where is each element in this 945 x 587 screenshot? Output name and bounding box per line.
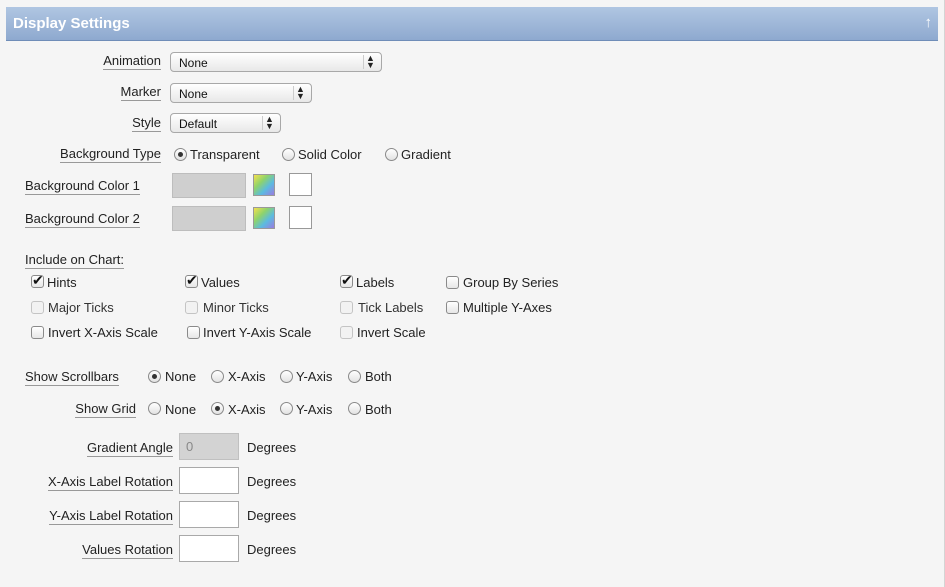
invert-scale-label: Invert Scale xyxy=(357,325,426,340)
gradient-angle-unit: Degrees xyxy=(247,440,297,455)
grid-none-radio[interactable] xyxy=(148,402,161,415)
y-axis-label-rotation-label: Y-Axis Label Rotation xyxy=(49,508,173,525)
grid-both-label: Both xyxy=(365,402,392,417)
values-rotation-unit: Degrees xyxy=(247,542,297,557)
hints-label: Hints xyxy=(47,275,77,290)
background-type-transparent-radio[interactable] xyxy=(174,148,187,161)
scrollbars-none-radio[interactable] xyxy=(148,370,161,383)
scrollbars-x-axis-radio[interactable] xyxy=(211,370,224,383)
multiple-y-axes-label: Multiple Y-Axes xyxy=(463,300,552,315)
scrollbars-y-axis-label: Y-Axis xyxy=(296,369,333,384)
invert-x-axis-scale-checkbox[interactable] xyxy=(31,326,44,339)
background-color-1-preview xyxy=(289,173,312,196)
tick-labels-checkbox[interactable] xyxy=(340,301,353,314)
x-axis-label-rotation-label: X-Axis Label Rotation xyxy=(47,474,173,491)
x-axis-label-rotation-input[interactable] xyxy=(179,467,239,494)
show-grid-label: Show Grid xyxy=(75,401,136,418)
background-type-solid-color-label: Solid Color xyxy=(298,147,362,162)
include-on-chart-label: Include on Chart: xyxy=(25,252,125,269)
background-color-2-label: Background Color 2 xyxy=(25,211,140,228)
background-color-2-preview xyxy=(289,206,312,229)
background-type-transparent-label: Transparent xyxy=(190,147,260,162)
style-select[interactable]: Default ▲ ▼ xyxy=(170,113,281,133)
gradient-angle-input[interactable] xyxy=(179,433,239,460)
animation-label: Animation xyxy=(103,53,161,70)
marker-label: Marker xyxy=(120,84,161,101)
minor-ticks-checkbox[interactable] xyxy=(185,301,198,314)
values-rotation-label: Values Rotation xyxy=(82,542,173,559)
grid-none-label: None xyxy=(165,402,197,417)
labels-label: Labels xyxy=(356,275,395,290)
major-ticks-checkbox[interactable] xyxy=(31,301,44,314)
scrollbars-y-axis-radio[interactable] xyxy=(280,370,293,383)
background-color-2-field[interactable] xyxy=(172,206,246,231)
background-type-gradient-radio[interactable] xyxy=(385,148,398,161)
background-type-solid-color-radio[interactable] xyxy=(282,148,295,161)
collapse-up-arrow-icon[interactable]: ↑ xyxy=(925,14,933,31)
grid-y-axis-radio[interactable] xyxy=(280,402,293,415)
grid-x-axis-radio[interactable] xyxy=(211,402,224,415)
display-settings-panel: Display Settings ↑ Animation None ▲ ▼ Mar… xyxy=(0,0,945,587)
scrollbars-both-radio[interactable] xyxy=(348,370,361,383)
select-arrows-icon: ▲ ▼ xyxy=(262,115,276,131)
background-type-label: Background Type xyxy=(60,146,161,163)
background-type-gradient-label: Gradient xyxy=(401,147,451,162)
background-color-2-picker-icon[interactable] xyxy=(253,207,275,229)
grid-both-radio[interactable] xyxy=(348,402,361,415)
marker-select[interactable]: None ▲ ▼ xyxy=(170,83,312,103)
panel-header: Display Settings ↑ xyxy=(6,7,938,41)
select-arrows-icon: ▲ ▼ xyxy=(293,85,307,101)
tick-labels-label: Tick Labels xyxy=(358,300,424,315)
style-label: Style xyxy=(132,115,161,132)
background-color-1-label: Background Color 1 xyxy=(25,178,140,195)
select-arrows-icon: ▲ ▼ xyxy=(363,54,377,70)
major-ticks-label: Major Ticks xyxy=(48,300,114,315)
x-axis-label-rotation-unit: Degrees xyxy=(247,474,297,489)
y-axis-label-rotation-unit: Degrees xyxy=(247,508,297,523)
marker-select-value: None xyxy=(179,87,208,101)
invert-scale-checkbox[interactable] xyxy=(340,326,353,339)
y-axis-label-rotation-input[interactable] xyxy=(179,501,239,528)
animation-select[interactable]: None ▲ ▼ xyxy=(170,52,382,72)
style-select-value: Default xyxy=(179,117,218,131)
grid-x-axis-label: X-Axis xyxy=(228,402,266,417)
panel-title: Display Settings xyxy=(13,15,130,32)
group-by-series-checkbox[interactable] xyxy=(446,276,459,289)
hints-checkbox[interactable] xyxy=(31,272,44,289)
background-color-1-field[interactable] xyxy=(172,173,246,198)
invert-y-axis-scale-label: Invert Y-Axis Scale xyxy=(203,325,312,340)
multiple-y-axes-checkbox[interactable] xyxy=(446,301,459,314)
invert-x-axis-scale-label: Invert X-Axis Scale xyxy=(48,325,158,340)
scrollbars-none-label: None xyxy=(165,369,197,384)
show-scrollbars-label: Show Scrollbars xyxy=(25,369,119,386)
gradient-angle-label: Gradient Angle xyxy=(86,440,173,457)
scrollbars-both-label: Both xyxy=(365,369,392,384)
values-rotation-input[interactable] xyxy=(179,535,239,562)
minor-ticks-label: Minor Ticks xyxy=(203,300,269,315)
invert-y-axis-scale-checkbox[interactable] xyxy=(187,326,200,339)
values-checkbox[interactable] xyxy=(185,272,198,289)
group-by-series-label: Group By Series xyxy=(463,275,559,290)
background-color-1-picker-icon[interactable] xyxy=(253,174,275,196)
labels-checkbox[interactable] xyxy=(340,272,353,289)
animation-select-value: None xyxy=(179,56,208,70)
scrollbars-x-axis-label: X-Axis xyxy=(228,369,266,384)
values-label: Values xyxy=(201,275,240,290)
grid-y-axis-label: Y-Axis xyxy=(296,402,333,417)
